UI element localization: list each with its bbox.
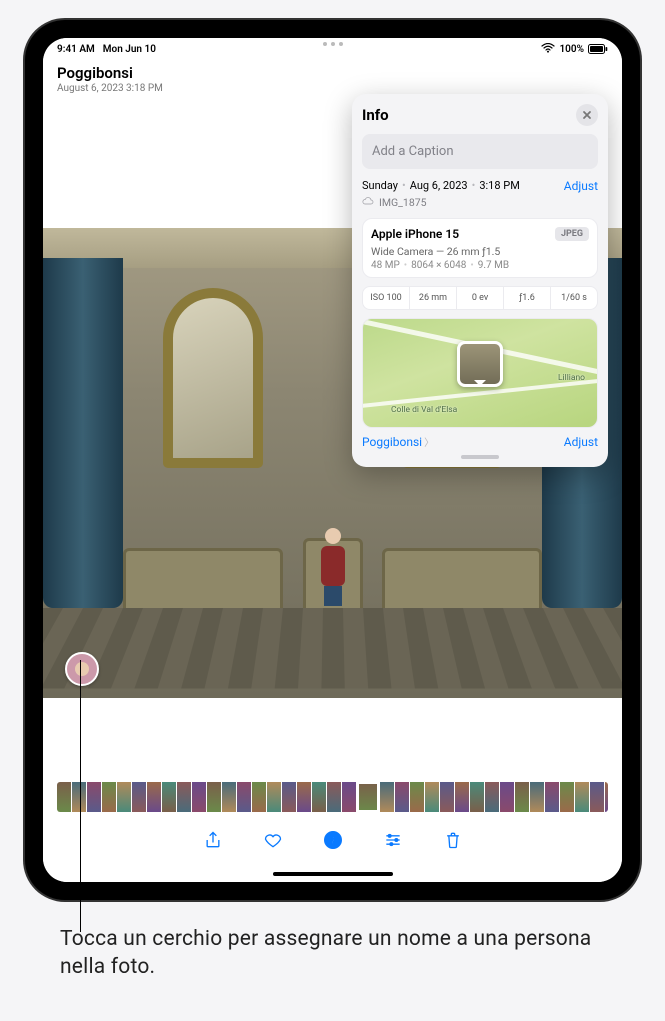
ipad-device-frame: 9:41 AM Mon Jun 10 100% Poggibonsi Augus… (25, 20, 640, 900)
favorite-button[interactable] (259, 826, 287, 854)
thumbnail[interactable] (470, 782, 484, 812)
thumbnail[interactable] (222, 782, 236, 812)
thumbnail[interactable] (380, 782, 394, 812)
thumbnail[interactable] (237, 782, 251, 812)
wifi-icon (541, 43, 555, 56)
format-badge: JPEG (555, 227, 589, 241)
adjust-datetime-button[interactable]: Adjust (564, 179, 598, 193)
adjust-location-button[interactable]: Adjust (564, 435, 598, 449)
battery-icon (588, 44, 608, 55)
thumbnail[interactable] (57, 782, 71, 812)
header-datetime: August 6, 2023 3:18 PM (57, 83, 163, 94)
cloud-icon (362, 195, 374, 210)
info-panel-title: Info (362, 106, 389, 124)
exif-shutter: 1/60 s (551, 287, 597, 309)
chevron-right-icon: 〉 (424, 434, 434, 449)
thumbnail[interactable] (87, 782, 101, 812)
thumbnail[interactable] (485, 782, 499, 812)
thumbnail[interactable] (410, 782, 424, 812)
thumbnail[interactable] (117, 782, 131, 812)
thumbnail[interactable] (530, 782, 544, 812)
exif-aperture: ƒ1.6 (504, 287, 551, 309)
thumbnail[interactable] (102, 782, 116, 812)
thumbnail[interactable] (455, 782, 469, 812)
exif-iso: ISO 100 (363, 287, 410, 309)
share-button[interactable] (199, 826, 227, 854)
thumbnail[interactable] (282, 782, 296, 812)
thumbnail-strip[interactable] (57, 782, 608, 812)
thumbnail[interactable] (560, 782, 574, 812)
thumbnail[interactable] (515, 782, 529, 812)
callout-leader-line (80, 660, 81, 932)
thumbnail[interactable] (575, 782, 589, 812)
filename-label: IMG_1875 (379, 196, 427, 209)
exif-focal: 26 mm (410, 287, 457, 309)
exif-ev: 0 ev (457, 287, 504, 309)
exif-strip: ISO 100 26 mm 0 ev ƒ1.6 1/60 s (362, 286, 598, 310)
thumbnail[interactable] (440, 782, 454, 812)
bottom-toolbar: i (43, 826, 622, 854)
thumbnail[interactable] (605, 782, 608, 812)
thumbnail[interactable] (177, 782, 191, 812)
thumbnail[interactable] (132, 782, 146, 812)
device-info-card: Apple iPhone 15 JPEG Wide Camera — 26 mm… (362, 218, 598, 278)
status-date: Mon Jun 10 (103, 44, 156, 55)
thumbnail[interactable] (395, 782, 409, 812)
thumbnail[interactable] (327, 782, 341, 812)
delete-button[interactable] (439, 826, 467, 854)
photo-specs: 48 MP•8064 × 6048•9.7 MB (371, 260, 589, 271)
map-photo-pin[interactable] (457, 341, 503, 387)
battery-percent: 100% (559, 44, 584, 55)
thumbnail[interactable] (312, 782, 326, 812)
location-link[interactable]: Poggibonsi〉 (362, 434, 434, 449)
thumbnail[interactable] (267, 782, 281, 812)
lens-info: Wide Camera — 26 mm ƒ1.5 (371, 245, 589, 258)
device-name: Apple iPhone 15 (371, 227, 459, 241)
adjust-button[interactable] (379, 826, 407, 854)
caption-input[interactable]: Add a Caption (362, 134, 598, 169)
home-indicator[interactable] (273, 872, 393, 876)
thumbnail[interactable] (357, 782, 379, 812)
map-label-colle: Colle di Val d'Elsa (391, 406, 457, 415)
info-button[interactable]: i (319, 826, 347, 854)
close-button[interactable] (576, 104, 598, 126)
photo-header: Poggibonsi August 6, 2023 3:18 PM (57, 64, 163, 94)
multitasking-dots-icon[interactable] (323, 42, 343, 46)
face-tag-circle[interactable] (65, 652, 99, 686)
svg-text:i: i (331, 835, 334, 847)
photo-datetime: Sunday•Aug 6, 2023•3:18 PM (362, 179, 520, 192)
thumbnail[interactable] (72, 782, 86, 812)
header-location: Poggibonsi (57, 64, 163, 82)
status-time: 9:41 AM (57, 44, 95, 55)
thumbnail[interactable] (162, 782, 176, 812)
thumbnail[interactable] (425, 782, 439, 812)
panel-grabber[interactable] (461, 455, 499, 459)
map-label-lilliano: Lilliano (558, 373, 585, 383)
thumbnail[interactable] (500, 782, 514, 812)
thumbnail[interactable] (192, 782, 206, 812)
thumbnail[interactable] (252, 782, 266, 812)
thumbnail[interactable] (545, 782, 559, 812)
thumbnail[interactable] (342, 782, 356, 812)
location-map[interactable]: Colle di Val d'Elsa Lilliano (362, 318, 598, 428)
thumbnail[interactable] (147, 782, 161, 812)
info-panel: Info Add a Caption Sunday•Aug 6, 2023•3:… (352, 94, 608, 467)
thumbnail[interactable] (207, 782, 221, 812)
thumbnail[interactable] (590, 782, 604, 812)
ipad-screen: 9:41 AM Mon Jun 10 100% Poggibonsi Augus… (43, 38, 622, 882)
thumbnail[interactable] (297, 782, 311, 812)
callout-text: Tocca un cerchio per assegnare un nome a… (60, 925, 625, 982)
